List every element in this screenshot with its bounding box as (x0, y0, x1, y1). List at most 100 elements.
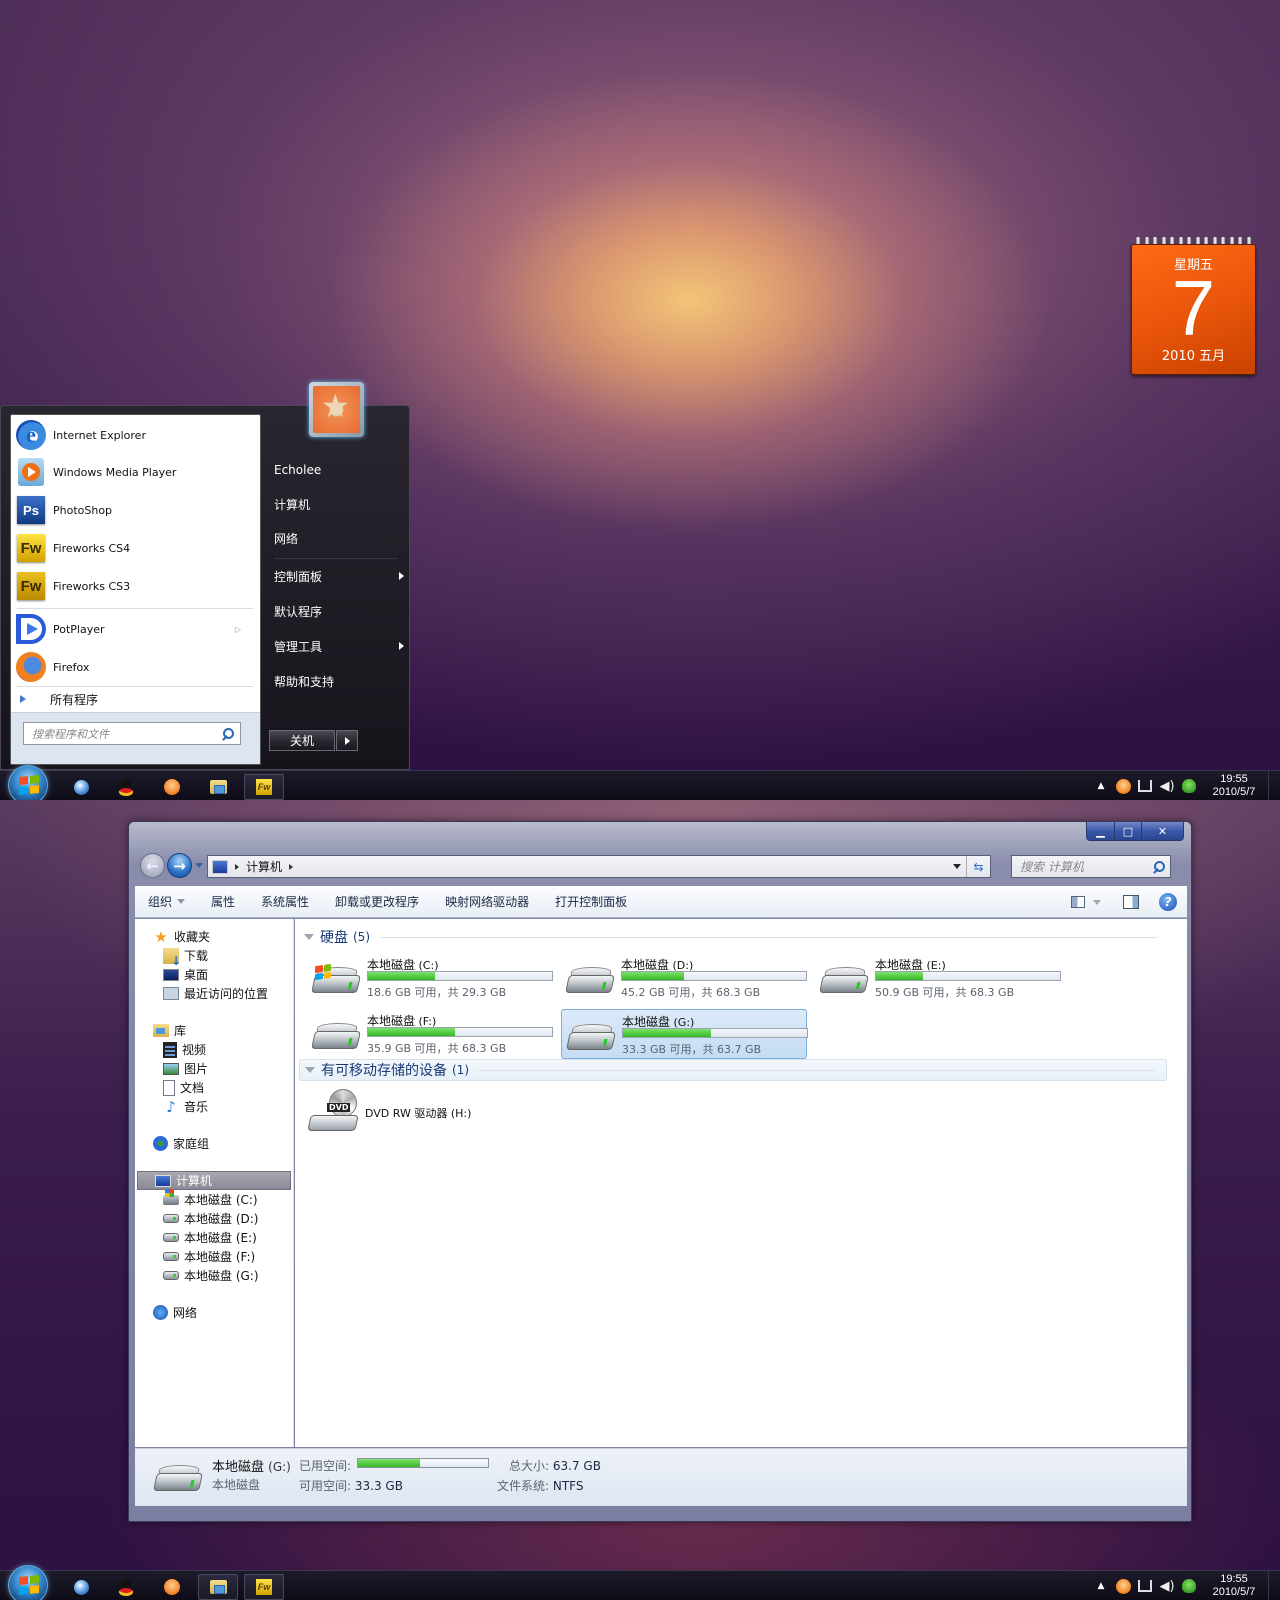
taskbar-fireworks[interactable]: Fw (244, 774, 284, 800)
clock-date: 2010/5/7 (1212, 1586, 1256, 1598)
open-control-panel-button[interactable]: 打开控制面板 (542, 886, 640, 918)
nav-videos[interactable]: 视频 (163, 1040, 206, 1059)
nav-computer[interactable]: 计算机 (137, 1171, 291, 1190)
search-input[interactable]: 搜索 计算机 (1011, 855, 1171, 878)
address-bar[interactable]: 计算机 ⇆ (207, 855, 991, 878)
forward-button[interactable]: → (167, 853, 192, 878)
tray-app[interactable] (1178, 771, 1200, 800)
taskbar-fireworks[interactable]: Fw (244, 1574, 284, 1600)
nav-homegroup[interactable]: 家庭组 (153, 1134, 209, 1153)
uninstall-program-button[interactable]: 卸载或更改程序 (322, 886, 432, 918)
clock[interactable]: 19:55 2010/5/7 (1200, 1573, 1268, 1599)
taskbar-qq[interactable] (106, 1574, 146, 1600)
group-count: (1) (452, 1063, 469, 1077)
breadcrumb-computer[interactable]: 计算机 (246, 858, 282, 875)
refresh-button[interactable]: ⇆ (966, 856, 990, 877)
nav-downloads[interactable]: 下载 (163, 946, 208, 968)
menu-item-network[interactable]: 网络 (274, 524, 410, 552)
tray-network[interactable] (1134, 771, 1156, 800)
search-icon[interactable] (221, 727, 235, 741)
shutdown-button[interactable]: 关机 (269, 730, 335, 751)
nav-network[interactable]: 网络 (153, 1303, 197, 1322)
maximize-button[interactable]: □ (1114, 822, 1141, 840)
taskbar-browser[interactable] (61, 774, 101, 800)
tray-volume[interactable]: ◀) (1156, 1571, 1178, 1600)
recent-pages-dropdown[interactable] (195, 863, 203, 868)
menu-item-default-programs[interactable]: 默认程序 (274, 597, 410, 625)
menu-item-control-panel[interactable]: 控制面板 (274, 562, 410, 590)
show-desktop-button[interactable] (1268, 1571, 1280, 1600)
program-internet-explorer[interactable]: e Internet Explorer (15, 417, 255, 453)
tray-app[interactable] (1178, 1571, 1200, 1600)
menu-item-user[interactable]: Echolee (274, 456, 410, 484)
drive-item[interactable]: 本地磁盘 (D:) 45.2 GB 可用，共 68.3 GB (561, 953, 807, 1003)
drive-item[interactable]: 本地磁盘 (C:) 18.6 GB 可用，共 29.3 GB (307, 953, 553, 1003)
all-programs-button[interactable]: 所有程序 (11, 687, 260, 711)
program-photoshop[interactable]: Ps PhotoShop (15, 492, 255, 528)
show-hidden-icons-button[interactable]: ▲ (1090, 1571, 1112, 1600)
tray-music[interactable] (1112, 771, 1134, 800)
tray-music[interactable] (1112, 1571, 1134, 1600)
group-header-hard-disks[interactable]: 硬盘 (5) (299, 926, 1167, 948)
group-header-removable[interactable]: 有可移动存储的设备 (1) (299, 1059, 1167, 1081)
submenu-arrow-icon[interactable]: ▷ (235, 625, 241, 634)
breadcrumb-arrow-icon[interactable] (235, 863, 239, 870)
program-fireworks-cs4[interactable]: Fw Fireworks CS4 (15, 530, 255, 566)
change-view-icon[interactable] (1071, 896, 1085, 908)
back-button[interactable]: ← (140, 853, 165, 878)
program-windows-media-player[interactable]: Windows Media Player (15, 454, 255, 490)
program-fireworks-cs3[interactable]: Fw Fireworks CS3 (15, 568, 255, 604)
taskbar-music[interactable] (152, 774, 192, 800)
nav-favorites[interactable]: ★ 收藏夹 (153, 927, 210, 946)
taskbar-explorer[interactable] (198, 774, 238, 800)
shutdown-options-button[interactable] (336, 730, 358, 751)
properties-button[interactable]: 属性 (198, 886, 248, 918)
system-properties-button[interactable]: 系统属性 (248, 886, 322, 918)
drive-item[interactable]: 本地磁盘 (G:) 33.3 GB 可用，共 63.7 GB (561, 1009, 808, 1059)
nav-drive-g[interactable]: 本地磁盘 (G:) (163, 1266, 259, 1285)
program-firefox[interactable]: Firefox (15, 649, 255, 685)
drive-item[interactable]: 本地磁盘 (E:) 50.9 GB 可用，共 68.3 GB (815, 953, 1061, 1003)
program-potplayer[interactable]: PotPlayer ▷ (15, 611, 255, 647)
taskbar-music[interactable] (152, 1574, 192, 1600)
taskbar-qq[interactable] (106, 774, 146, 800)
nav-recent-places[interactable]: 最近访问的位置 (163, 984, 268, 1003)
start-button[interactable] (8, 765, 48, 800)
nav-drive-e[interactable]: 本地磁盘 (E:) (163, 1228, 257, 1247)
search-icon[interactable] (1152, 860, 1166, 874)
help-icon[interactable]: ? (1159, 893, 1177, 911)
nav-drive-c[interactable]: 本地磁盘 (C:) (163, 1188, 258, 1209)
start-button[interactable] (8, 1565, 48, 1600)
map-network-drive-button[interactable]: 映射网络驱动器 (432, 886, 542, 918)
preview-pane-icon[interactable] (1123, 895, 1139, 909)
collapse-triangle-icon (304, 934, 314, 940)
nav-music[interactable]: ♪ 音乐 (163, 1097, 208, 1116)
user-avatar[interactable] (309, 382, 364, 437)
breadcrumb-arrow-icon[interactable] (289, 863, 294, 870)
close-button[interactable]: ✕ (1141, 822, 1183, 840)
show-hidden-icons-button[interactable]: ▲ (1090, 771, 1112, 800)
start-search-input[interactable]: 搜索程序和文件 (23, 722, 241, 745)
taskbar-explorer[interactable] (198, 1574, 238, 1600)
taskbar-browser[interactable] (61, 1574, 101, 1600)
nav-documents[interactable]: 文档 (163, 1078, 204, 1097)
nav-libraries[interactable]: 库 (153, 1021, 186, 1040)
view-options-dropdown-icon[interactable] (1093, 899, 1101, 905)
menu-item-admin-tools[interactable]: 管理工具 (274, 632, 410, 660)
nav-pictures[interactable]: 图片 (163, 1059, 208, 1078)
tray-volume[interactable]: ◀) (1156, 771, 1178, 800)
menu-item-computer[interactable]: 计算机 (274, 490, 410, 518)
dvd-drive-item[interactable]: DVD DVD RW 驱动器 (H:) (307, 1089, 609, 1135)
address-dropdown-icon[interactable] (953, 864, 961, 869)
tray-network[interactable] (1134, 1571, 1156, 1600)
organize-button[interactable]: 组织 (135, 886, 198, 918)
menu-item-help[interactable]: 帮助和支持 (274, 667, 410, 695)
drive-item[interactable]: 本地磁盘 (F:) 35.9 GB 可用，共 68.3 GB (307, 1009, 553, 1059)
nav-drive-d[interactable]: 本地磁盘 (D:) (163, 1209, 258, 1228)
nav-drive-f[interactable]: 本地磁盘 (F:) (163, 1247, 255, 1266)
show-desktop-button[interactable] (1268, 771, 1280, 800)
calendar-gadget[interactable]: 星期五 7 2010 五月 (1131, 237, 1256, 375)
nav-desktop[interactable]: 桌面 (163, 965, 208, 984)
clock[interactable]: 19:55 2010/5/7 (1200, 773, 1268, 799)
minimize-button[interactable]: ▁ (1087, 822, 1114, 840)
